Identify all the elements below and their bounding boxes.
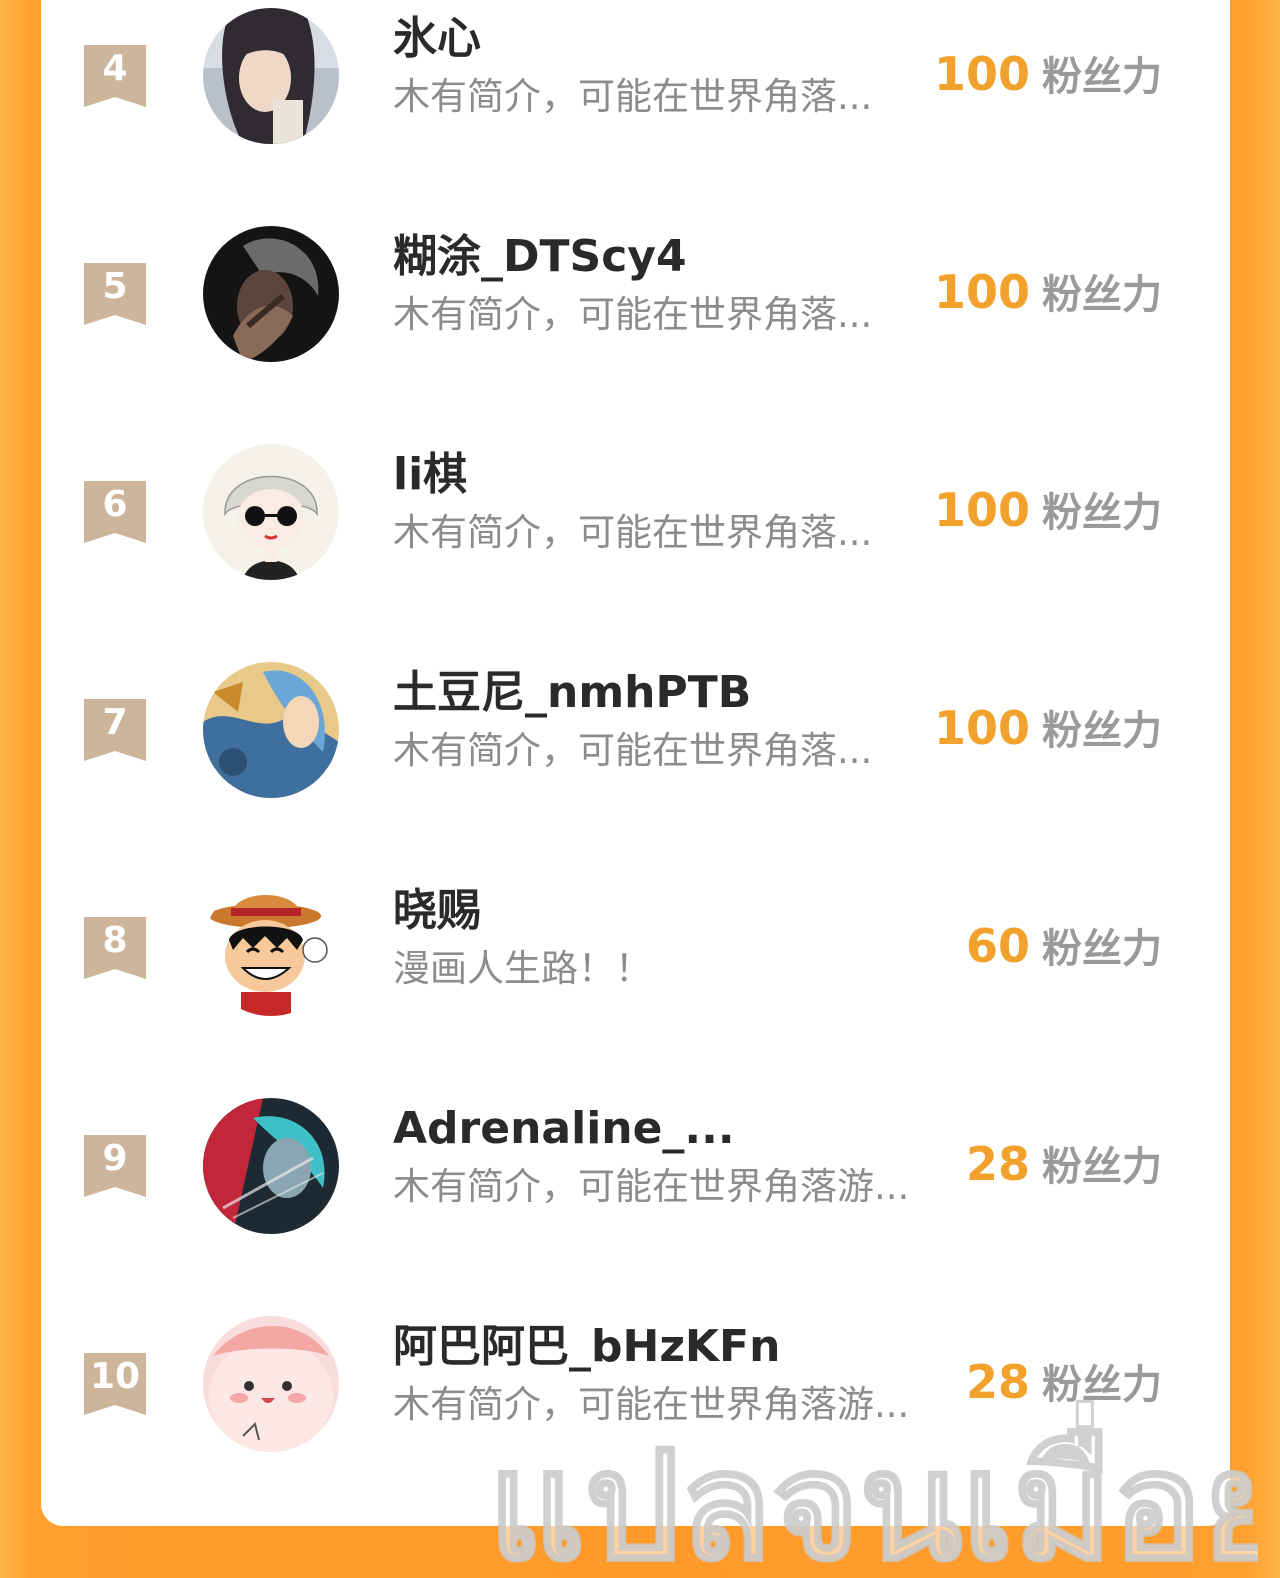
fan-power: 100 粉丝力 bbox=[934, 46, 1162, 102]
rank-number: 10 bbox=[89, 1356, 141, 1397]
fan-power: 28 粉丝力 bbox=[966, 1354, 1162, 1410]
fan-power-unit: 粉丝力 bbox=[1042, 926, 1162, 972]
user-name[interactable]: 晓赐 bbox=[393, 884, 481, 938]
fan-power-value: 100 bbox=[933, 483, 1030, 537]
user-avatar[interactable] bbox=[203, 8, 339, 144]
fan-power-value: 100 bbox=[933, 265, 1030, 319]
fan-power-value: 60 bbox=[965, 919, 1030, 973]
rank-badge: 5 bbox=[84, 263, 146, 325]
ranking-row[interactable]: 10 阿巴阿巴_bHzKFn 木有简介，可能在世界角落游... 28 粉丝力 bbox=[41, 1276, 1230, 1494]
fan-power-unit: 粉丝力 bbox=[1042, 1362, 1162, 1408]
user-name[interactable]: 氷心 bbox=[393, 12, 481, 66]
user-avatar[interactable] bbox=[203, 1098, 339, 1234]
user-bio: 木有简介，可能在世界角落... bbox=[393, 75, 873, 118]
rank-number: 9 bbox=[102, 1138, 128, 1179]
rank-number: 8 bbox=[102, 920, 128, 961]
fan-power-value: 100 bbox=[933, 47, 1030, 101]
fan-power-unit: 粉丝力 bbox=[1042, 1144, 1162, 1190]
user-avatar[interactable] bbox=[203, 444, 339, 580]
rank-badge: 4 bbox=[84, 45, 146, 107]
user-avatar[interactable] bbox=[203, 662, 339, 798]
rank-number: 5 bbox=[102, 266, 128, 307]
rank-number: 6 bbox=[102, 484, 128, 525]
ranking-row[interactable]: 4 氷心 木有简介，可能在世界角落... 100 粉丝力 bbox=[41, 0, 1230, 186]
ranking-row[interactable]: 7 土豆尼_nmhPTB 木有简介，可能在世界角落... 100 粉丝力 bbox=[41, 622, 1230, 840]
user-name[interactable]: 糊涂_DTScy4 bbox=[393, 230, 687, 284]
ranking-row[interactable]: 6 li棋 木有简介，可能在世界角落... 100 粉丝力 bbox=[41, 404, 1230, 622]
rank-number: 4 bbox=[102, 48, 128, 89]
fan-power-unit: 粉丝力 bbox=[1042, 708, 1162, 754]
rank-badge: 6 bbox=[84, 481, 146, 543]
user-bio: 木有简介，可能在世界角落游... bbox=[393, 1383, 910, 1426]
rank-number: 7 bbox=[102, 702, 128, 743]
fan-power: 100 粉丝力 bbox=[934, 700, 1162, 756]
fan-power-value: 28 bbox=[965, 1137, 1030, 1191]
user-name[interactable]: Adrenaline_... bbox=[393, 1102, 735, 1156]
fan-power: 100 粉丝力 bbox=[934, 264, 1162, 320]
rank-badge: 7 bbox=[84, 699, 146, 761]
user-bio: 木有简介，可能在世界角落... bbox=[393, 511, 873, 554]
fan-power: 28 粉丝力 bbox=[966, 1136, 1162, 1192]
fan-power: 60 粉丝力 bbox=[966, 918, 1162, 974]
user-avatar[interactable] bbox=[203, 226, 339, 362]
user-name[interactable]: 阿巴阿巴_bHzKFn bbox=[393, 1320, 780, 1374]
user-name[interactable]: 土豆尼_nmhPTB bbox=[393, 666, 751, 720]
ranking-row[interactable]: 9 Adrenaline_... 木有简介，可能在世界角落游... 28 粉丝力 bbox=[41, 1058, 1230, 1276]
rank-badge: 8 bbox=[84, 917, 146, 979]
fan-power: 100 粉丝力 bbox=[934, 482, 1162, 538]
ranking-card: 4 氷心 木有简介，可能在世界角落... 100 粉丝力 5 糊涂_DTScy4… bbox=[41, 0, 1230, 1526]
user-bio: 木有简介，可能在世界角落游... bbox=[393, 1165, 910, 1208]
fan-power-unit: 粉丝力 bbox=[1042, 490, 1162, 536]
user-avatar[interactable] bbox=[203, 1316, 339, 1452]
fan-power-value: 28 bbox=[965, 1355, 1030, 1409]
fan-power-value: 100 bbox=[933, 701, 1030, 755]
fan-power-unit: 粉丝力 bbox=[1042, 272, 1162, 318]
user-name[interactable]: li棋 bbox=[393, 448, 467, 502]
rank-badge: 9 bbox=[84, 1135, 146, 1197]
user-bio: 漫画人生路！！ bbox=[393, 947, 652, 990]
user-bio: 木有简介，可能在世界角落... bbox=[393, 293, 873, 336]
fan-power-unit: 粉丝力 bbox=[1042, 54, 1162, 100]
ranking-row[interactable]: 5 糊涂_DTScy4 木有简介，可能在世界角落... 100 粉丝力 bbox=[41, 186, 1230, 404]
user-avatar[interactable] bbox=[203, 880, 339, 1016]
rank-badge: 10 bbox=[84, 1353, 146, 1415]
user-bio: 木有简介，可能在世界角落... bbox=[393, 729, 873, 772]
ranking-row[interactable]: 8 晓赐 漫画人生路！！ 60 粉丝力 bbox=[41, 840, 1230, 1058]
